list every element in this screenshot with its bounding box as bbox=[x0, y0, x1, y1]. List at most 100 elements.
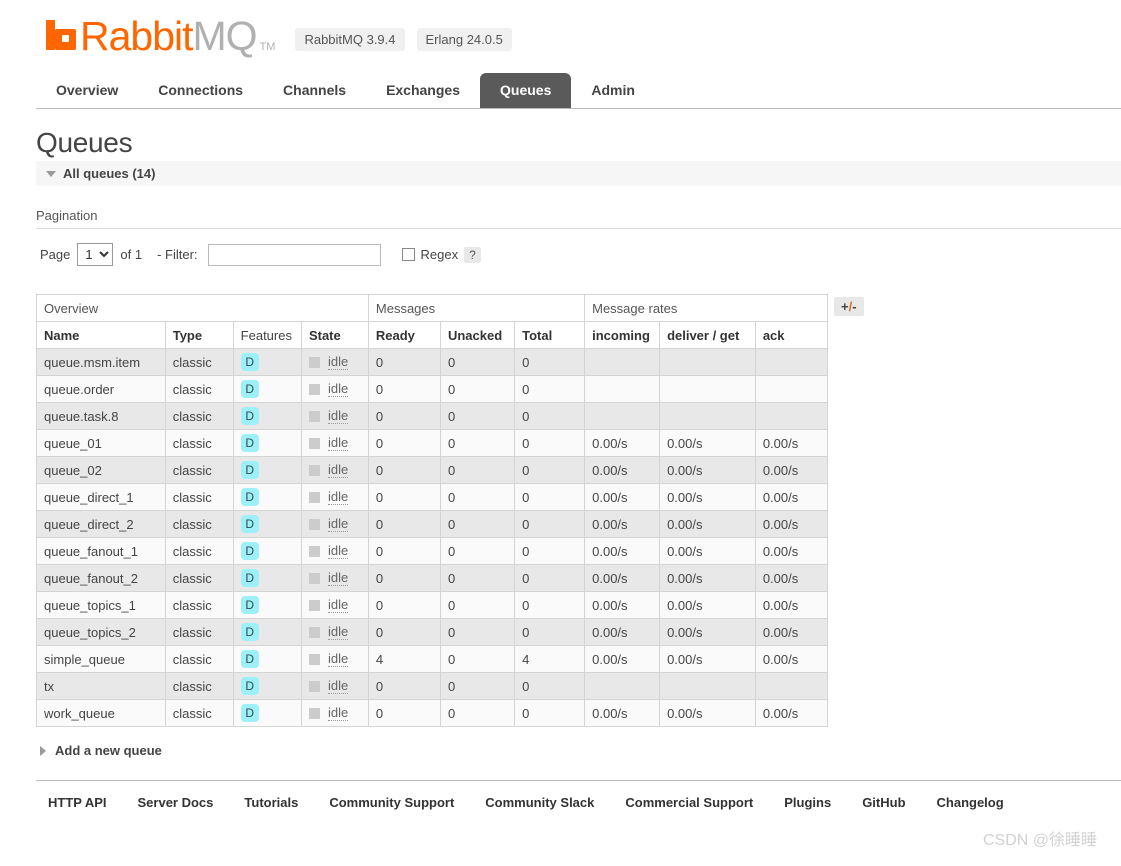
table-row[interactable]: work_queue classic Didle 0 0 0 0.00/s 0.00/s 0.0… bbox=[36, 699, 829, 727]
filter-label: - Filter: bbox=[157, 247, 198, 262]
toggle-columns-label: +/- bbox=[841, 299, 857, 314]
queue-name-cell[interactable]: queue_fanout_2 bbox=[36, 564, 166, 592]
queue-deliver-get-cell: 0.00/s bbox=[659, 510, 756, 538]
footer-link-http-api[interactable]: HTTP API bbox=[48, 795, 107, 810]
nav-item-connections[interactable]: Connections bbox=[138, 73, 263, 108]
queue-type-cell: classic bbox=[164, 672, 234, 700]
queue-ack-cell: 0.00/s bbox=[754, 429, 829, 457]
column-header-total[interactable]: Total bbox=[514, 321, 586, 349]
trademark-mark: TM bbox=[259, 41, 276, 53]
column-header-deliver-get[interactable]: deliver / get bbox=[659, 321, 756, 349]
queue-name-cell[interactable]: queue_direct_1 bbox=[36, 483, 166, 511]
queue-name-cell[interactable]: queue_direct_2 bbox=[36, 510, 166, 538]
queue-features-cell: D bbox=[232, 699, 302, 727]
table-row[interactable]: tx classic Didle 0 0 0 bbox=[36, 672, 829, 700]
queue-total-cell: 0 bbox=[514, 618, 586, 646]
rabbitmq-logo[interactable]: Rabbit MQ TM bbox=[46, 16, 276, 57]
all-queues-section-header[interactable]: All queues (14) bbox=[36, 161, 1121, 186]
footer-divider bbox=[36, 780, 1121, 781]
filter-input[interactable] bbox=[207, 243, 381, 266]
state-label: idle bbox=[327, 543, 349, 559]
footer-link-changelog[interactable]: Changelog bbox=[937, 795, 1004, 810]
queue-name-cell[interactable]: queue_fanout_1 bbox=[36, 537, 166, 565]
queue-name-cell[interactable]: queue_01 bbox=[36, 429, 166, 457]
queue-features-cell: D bbox=[232, 402, 302, 430]
add-new-queue-section[interactable]: Add a new queue bbox=[40, 743, 1121, 758]
queue-total-cell: 0 bbox=[514, 672, 586, 700]
table-row[interactable]: queue.msm.item classic Didle 0 0 0 bbox=[36, 348, 829, 376]
nav-item-channels[interactable]: Channels bbox=[263, 73, 366, 108]
column-header-incoming[interactable]: incoming bbox=[584, 321, 661, 349]
queue-state-cell: idle bbox=[300, 456, 369, 484]
queue-ready-cell: 0 bbox=[367, 618, 441, 646]
queue-ready-cell: 0 bbox=[367, 537, 441, 565]
pagination-controls: Page 1 of 1 - Filter: Regex ? bbox=[40, 243, 1121, 266]
column-header-ack[interactable]: ack bbox=[754, 321, 829, 349]
queue-name-cell[interactable]: queue_topics_1 bbox=[36, 591, 166, 619]
state-indicator-icon bbox=[308, 464, 320, 476]
toggle-columns-button[interactable]: +/- bbox=[834, 297, 864, 316]
queue-incoming-cell: 0.00/s bbox=[584, 510, 661, 538]
column-header-unacked[interactable]: Unacked bbox=[439, 321, 516, 349]
table-row[interactable]: queue_fanout_2 classic Didle 0 0 0 0.00/s 0.00/… bbox=[36, 564, 829, 592]
queue-ready-cell: 0 bbox=[367, 348, 441, 376]
table-row[interactable]: queue_01 classic Didle 0 0 0 0.00/s 0.00/s 0.00/… bbox=[36, 429, 829, 457]
regex-help-icon[interactable]: ? bbox=[464, 246, 481, 263]
state-label: idle bbox=[327, 408, 349, 424]
queue-incoming-cell: 0.00/s bbox=[584, 564, 661, 592]
column-header-state[interactable]: State bbox=[300, 321, 369, 349]
queue-features-cell: D bbox=[232, 591, 302, 619]
queue-name-cell[interactable]: queue.order bbox=[36, 375, 166, 403]
queue-name-cell[interactable]: queue_02 bbox=[36, 456, 166, 484]
footer-link-community-support[interactable]: Community Support bbox=[329, 795, 454, 810]
nav-item-queues[interactable]: Queues bbox=[480, 73, 572, 108]
nav-item-exchanges[interactable]: Exchanges bbox=[366, 73, 480, 108]
table-row[interactable]: queue.task.8 classic Didle 0 0 0 bbox=[36, 402, 829, 430]
footer-link-server-docs[interactable]: Server Docs bbox=[138, 795, 214, 810]
queue-total-cell: 0 bbox=[514, 564, 586, 592]
queue-state-cell: idle bbox=[300, 483, 369, 511]
queue-type-cell: classic bbox=[164, 564, 234, 592]
queue-unacked-cell: 0 bbox=[439, 429, 516, 457]
queue-ack-cell: 0.00/s bbox=[754, 564, 829, 592]
queue-name-cell[interactable]: queue.task.8 bbox=[36, 402, 166, 430]
table-row[interactable]: queue_fanout_1 classic Didle 0 0 0 0.00/s 0.00/… bbox=[36, 537, 829, 565]
footer-link-commercial-support[interactable]: Commercial Support bbox=[625, 795, 753, 810]
state-indicator-icon bbox=[308, 599, 320, 611]
regex-checkbox[interactable] bbox=[401, 248, 415, 261]
nav-item-admin[interactable]: Admin bbox=[571, 73, 655, 108]
queue-name-cell[interactable]: queue_topics_2 bbox=[36, 618, 166, 646]
footer-link-community-slack[interactable]: Community Slack bbox=[485, 795, 594, 810]
queue-name-cell[interactable]: simple_queue bbox=[36, 645, 166, 673]
table-row[interactable]: simple_queue classic Didle 4 0 4 0.00/s 0.00/s 0… bbox=[36, 645, 829, 673]
queue-features-cell: D bbox=[232, 375, 302, 403]
chevron-down-icon bbox=[46, 170, 56, 177]
column-header-name[interactable]: Name bbox=[36, 321, 166, 349]
queue-name-cell[interactable]: work_queue bbox=[36, 699, 166, 727]
footer-link-tutorials[interactable]: Tutorials bbox=[244, 795, 298, 810]
table-row[interactable]: queue_topics_2 classic Didle 0 0 0 0.00/s 0.00/… bbox=[36, 618, 829, 646]
queue-unacked-cell: 0 bbox=[439, 645, 516, 673]
queue-total-cell: 0 bbox=[514, 429, 586, 457]
version-badges: RabbitMQ 3.9.4 Erlang 24.0.5 bbox=[295, 16, 512, 51]
footer-link-plugins[interactable]: Plugins bbox=[784, 795, 831, 810]
queue-deliver-get-cell bbox=[659, 672, 756, 700]
queue-name-cell[interactable]: queue.msm.item bbox=[36, 348, 166, 376]
footer-link-github[interactable]: GitHub bbox=[862, 795, 905, 810]
table-row[interactable]: queue_topics_1 classic Didle 0 0 0 0.00/s 0.00/… bbox=[36, 591, 829, 619]
table-row[interactable]: queue_direct_2 classic Didle 0 0 0 0.00/s 0.00/… bbox=[36, 510, 829, 538]
column-header-features[interactable]: Features bbox=[232, 321, 302, 349]
nav-item-overview[interactable]: Overview bbox=[36, 73, 138, 108]
table-row[interactable]: queue.order classic Didle 0 0 0 bbox=[36, 375, 829, 403]
column-header-type[interactable]: Type bbox=[164, 321, 234, 349]
queue-features-cell: D bbox=[232, 510, 302, 538]
queue-total-cell: 0 bbox=[514, 348, 586, 376]
column-header-ready[interactable]: Ready bbox=[367, 321, 441, 349]
table-row[interactable]: queue_direct_1 classic Didle 0 0 0 0.00/s 0.00/… bbox=[36, 483, 829, 511]
page-select[interactable]: 1 bbox=[77, 243, 114, 266]
footer-links: HTTP API Server Docs Tutorials Community Su… bbox=[48, 795, 1121, 810]
table-row[interactable]: queue_02 classic Didle 0 0 0 0.00/s 0.00/s 0.00/… bbox=[36, 456, 829, 484]
queue-name-cell[interactable]: tx bbox=[36, 672, 166, 700]
state-indicator-icon bbox=[308, 653, 320, 665]
queue-ready-cell: 0 bbox=[367, 699, 441, 727]
